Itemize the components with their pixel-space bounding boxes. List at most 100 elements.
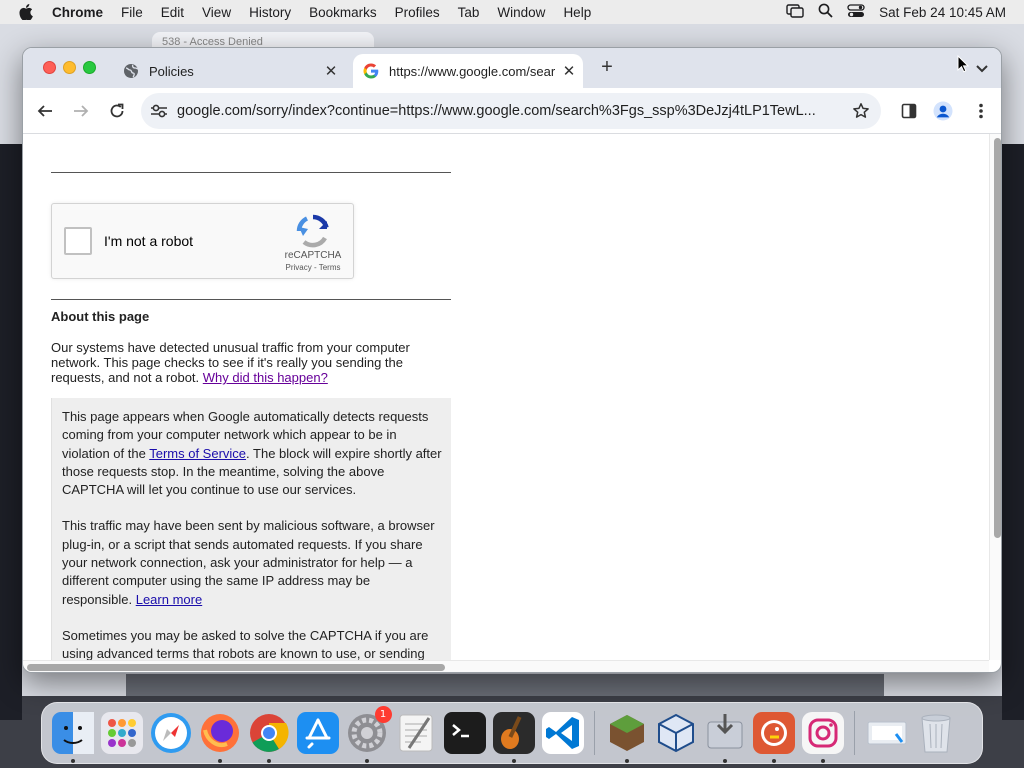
about-title: About this page <box>51 309 150 324</box>
tab-search-chevron-icon[interactable] <box>971 58 993 80</box>
vscode-icon[interactable] <box>541 712 584 754</box>
launchpad-icon[interactable] <box>100 712 143 754</box>
menu-clock[interactable]: Sat Feb 24 10:45 AM <box>879 5 1006 20</box>
menu-bookmarks[interactable]: Bookmarks <box>300 5 386 20</box>
tab-bar: Policies ✕ https://www.google.com/sear ✕… <box>23 48 1001 88</box>
minecraft-icon[interactable] <box>606 712 648 763</box>
why-did-this-happen-link[interactable]: Why did this happen? <box>203 370 328 385</box>
recaptcha-brand: reCAPTCHA <box>284 250 342 261</box>
forward-arrow-icon[interactable] <box>69 99 93 123</box>
instagram-icon[interactable] <box>801 712 844 763</box>
more-menu-icon[interactable] <box>969 99 993 123</box>
tab-policies[interactable]: Policies ✕ <box>113 54 345 88</box>
downloads-folder-icon[interactable] <box>866 712 908 754</box>
page-content: I'm not a robot reCAPTCHA Privacy - Term… <box>23 134 989 660</box>
url-text[interactable]: google.com/sorry/index?continue=https://… <box>177 103 841 119</box>
info-paragraph-3: Sometimes you may be asked to solve the … <box>62 627 429 660</box>
address-bar[interactable]: google.com/sorry/index?continue=https://… <box>141 93 881 129</box>
zoom-window-button[interactable] <box>83 61 96 74</box>
menu-file[interactable]: File <box>112 5 152 20</box>
divider <box>51 172 451 173</box>
horizontal-scrollbar[interactable] <box>23 660 989 672</box>
tab-google-sorry[interactable]: https://www.google.com/sear ✕ <box>353 54 583 88</box>
finder-icon[interactable] <box>51 712 94 763</box>
info-paragraph-2: This traffic may have been sent by malic… <box>62 517 443 608</box>
system-settings-icon[interactable]: 1 <box>346 706 392 763</box>
apple-icon[interactable] <box>0 4 52 20</box>
scroll-thumb[interactable] <box>994 138 1001 538</box>
google-icon <box>363 63 379 79</box>
info-text: This traffic may have been sent by malic… <box>62 518 435 607</box>
vertical-scrollbar[interactable] <box>989 134 1001 660</box>
background-window-edge <box>0 144 22 720</box>
chrome-icon[interactable] <box>248 712 290 763</box>
menu-bar: Chrome File Edit View History Bookmarks … <box>0 0 1024 24</box>
menu-help[interactable]: Help <box>554 5 600 20</box>
running-indicator <box>820 759 825 763</box>
menu-profiles[interactable]: Profiles <box>386 5 449 20</box>
safari-icon[interactable] <box>150 712 192 754</box>
running-indicator <box>511 759 516 763</box>
running-indicator <box>217 759 222 763</box>
side-panel-icon[interactable] <box>897 99 921 123</box>
garageband-icon[interactable] <box>492 712 535 763</box>
firefox-icon[interactable] <box>199 712 241 763</box>
menu-app-name[interactable]: Chrome <box>52 5 112 20</box>
control-center-icon[interactable] <box>847 3 865 21</box>
info-paragraph-1: This page appears when Google automatica… <box>62 408 443 499</box>
chrome-window: Policies ✕ https://www.google.com/sear ✕… <box>22 47 1002 673</box>
recaptcha-label: I'm not a robot <box>104 233 194 249</box>
close-window-button[interactable] <box>43 61 56 74</box>
tab-close-icon[interactable]: ✕ <box>559 62 579 80</box>
tab-title: Policies <box>149 63 194 79</box>
trash-icon[interactable] <box>915 712 957 754</box>
running-indicator <box>266 759 271 763</box>
terminal-icon[interactable] <box>443 712 486 754</box>
recaptcha-logo-icon <box>296 214 330 248</box>
back-arrow-icon[interactable] <box>33 99 57 123</box>
recaptcha-terms-link[interactable]: Terms <box>319 263 341 272</box>
dock-separator <box>854 711 855 755</box>
background-window-edge-right <box>1002 144 1024 720</box>
minimize-window-button[interactable] <box>63 61 76 74</box>
learn-more-link[interactable]: Learn more <box>136 592 202 607</box>
notification-badge: 1 <box>374 706 392 723</box>
spotlight-search-icon[interactable] <box>818 3 833 21</box>
reload-icon[interactable] <box>105 99 129 123</box>
mouse-cursor-icon <box>957 54 970 73</box>
recaptcha-links: Privacy - Terms <box>272 263 354 272</box>
divider <box>51 299 451 300</box>
textedit-icon[interactable] <box>395 712 437 754</box>
menu-edit[interactable]: Edit <box>152 5 193 20</box>
new-tab-button[interactable]: + <box>595 56 619 80</box>
dock: 1 <box>41 702 983 764</box>
installer-icon[interactable] <box>704 712 746 763</box>
dock-separator <box>594 711 595 755</box>
tab-close-icon[interactable]: ✕ <box>321 62 341 80</box>
browser-toolbar: google.com/sorry/index?continue=https://… <box>23 88 1001 134</box>
running-indicator <box>624 759 629 763</box>
recaptcha-checkbox[interactable] <box>64 227 92 255</box>
globe-icon <box>123 63 139 79</box>
profile-avatar-icon[interactable] <box>931 99 955 123</box>
scroll-thumb[interactable] <box>27 664 445 671</box>
menu-history[interactable]: History <box>240 5 300 20</box>
virtualbox-icon[interactable] <box>655 712 697 754</box>
menu-window[interactable]: Window <box>488 5 554 20</box>
menu-tab[interactable]: Tab <box>449 5 489 20</box>
background-window-bottom <box>126 674 884 696</box>
running-indicator <box>722 759 727 763</box>
menu-view[interactable]: View <box>193 5 240 20</box>
running-indicator <box>70 759 75 763</box>
info-box: This page appears when Google automatica… <box>51 398 451 660</box>
tab-title: https://www.google.com/sear <box>389 63 556 79</box>
duckduckgo-icon[interactable] <box>752 712 795 763</box>
screen-mirroring-icon[interactable] <box>786 3 804 21</box>
app-store-icon[interactable] <box>296 712 339 754</box>
recaptcha-links-separator: - <box>311 263 319 272</box>
terms-of-service-link[interactable]: Terms of Service <box>149 446 246 461</box>
recaptcha-privacy-link[interactable]: Privacy <box>286 263 312 272</box>
site-info-tune-icon[interactable] <box>141 103 177 119</box>
running-indicator <box>364 759 369 763</box>
bookmark-star-icon[interactable] <box>841 102 881 120</box>
